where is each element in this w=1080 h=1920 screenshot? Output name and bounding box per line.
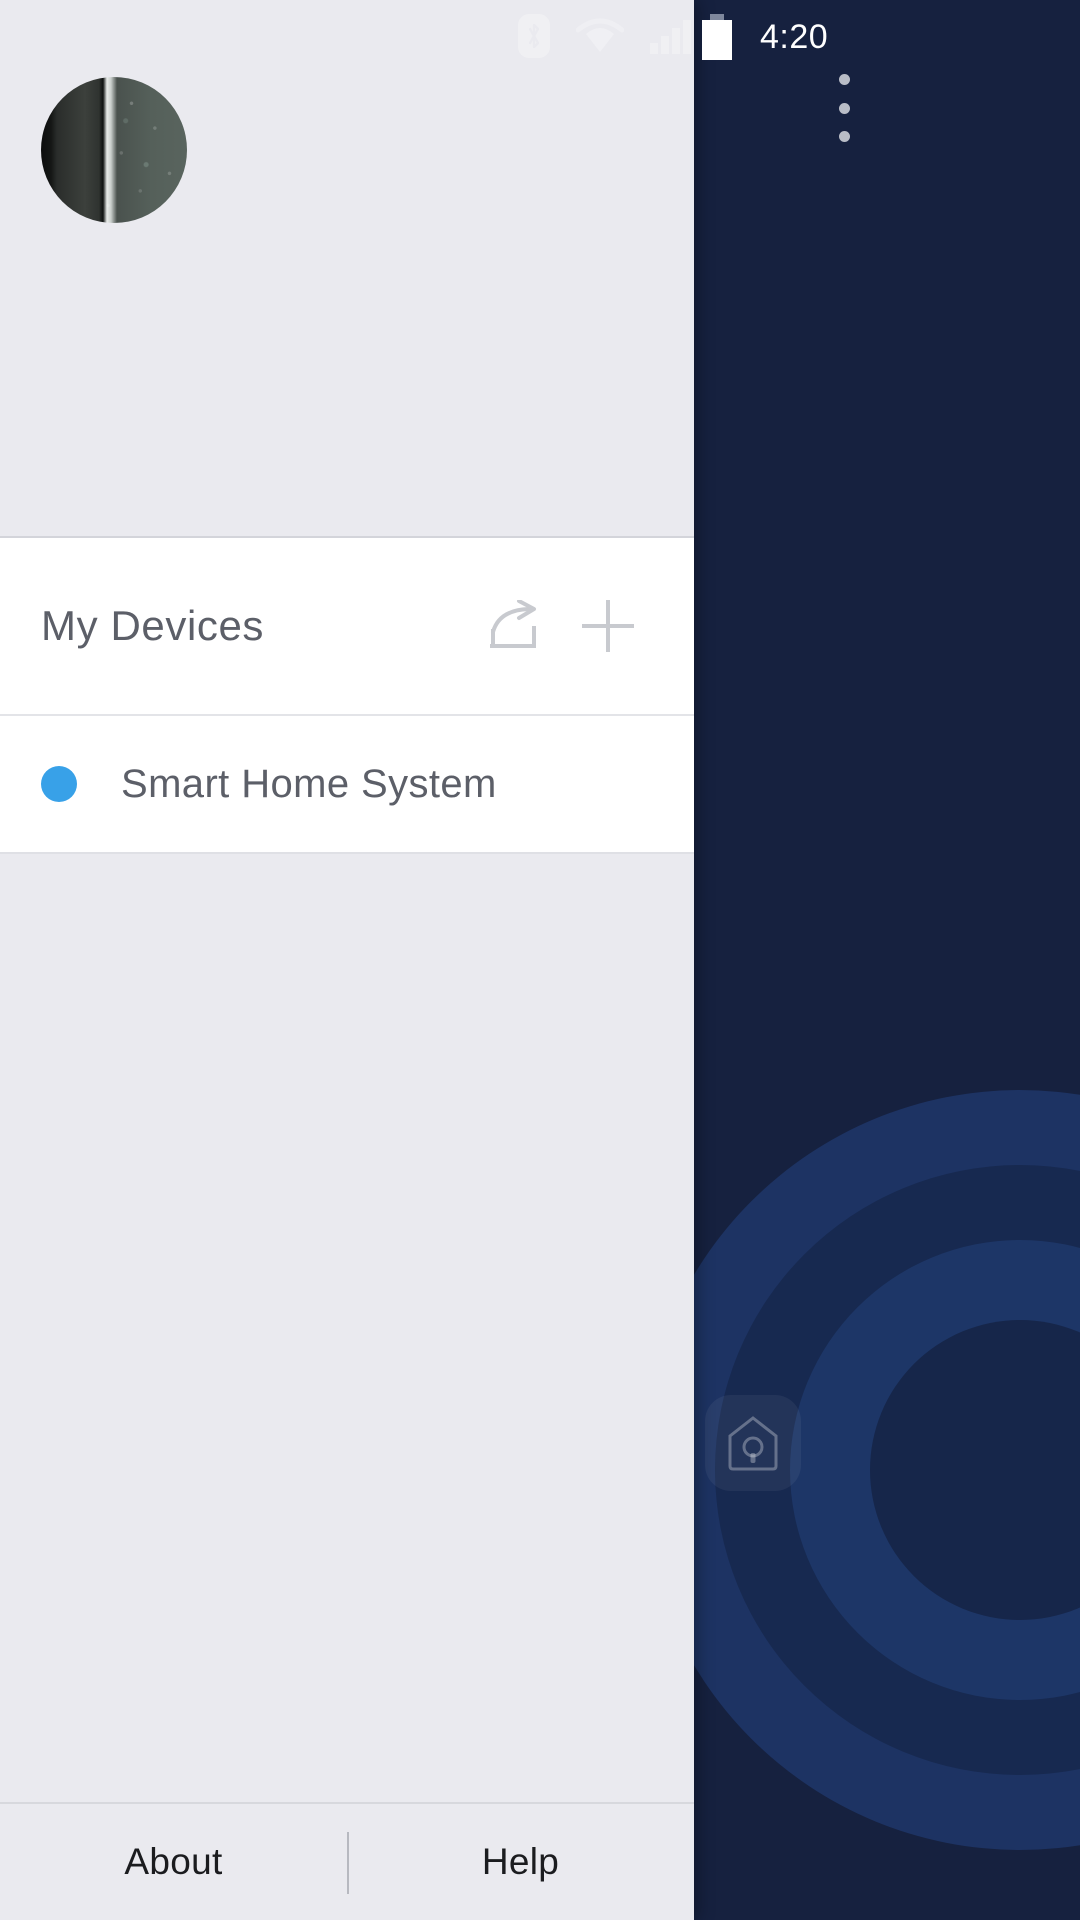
- smart-home-app-icon[interactable]: [705, 1395, 801, 1491]
- cellular-signal-icon: [650, 18, 694, 54]
- user-avatar[interactable]: [41, 77, 187, 223]
- drawer-header: [0, 0, 694, 538]
- bluetooth-icon: [518, 14, 550, 58]
- device-list: Smart Home System: [0, 716, 694, 854]
- navigation-drawer: My Devices Smart Home System About Help: [0, 0, 694, 1920]
- overflow-dot: [838, 74, 850, 85]
- list-item[interactable]: Smart Home System: [0, 716, 694, 854]
- overflow-menu-icon[interactable]: [826, 70, 862, 146]
- overflow-dot: [838, 131, 850, 142]
- overflow-dot: [838, 102, 850, 114]
- my-devices-header: My Devices: [0, 538, 694, 716]
- add-device-icon[interactable]: [562, 580, 654, 672]
- share-icon[interactable]: [470, 580, 562, 672]
- footer-divider: [347, 1832, 349, 1894]
- help-button[interactable]: Help: [347, 1841, 694, 1883]
- status-bar-right-icons: 4:20: [700, 14, 828, 60]
- status-bar-left-icons: [518, 14, 694, 58]
- device-name: Smart Home System: [121, 761, 497, 806]
- status-bar: 4:20: [0, 0, 1080, 74]
- about-button[interactable]: About: [0, 1841, 347, 1883]
- battery-icon: [700, 14, 734, 60]
- device-status-dot: [41, 766, 77, 802]
- drawer-footer: About Help: [0, 1802, 694, 1920]
- avatar-photo-texture: [41, 77, 187, 223]
- wifi-icon: [575, 18, 625, 54]
- my-devices-title: My Devices: [41, 602, 265, 649]
- status-bar-clock: 4:20: [760, 18, 829, 56]
- drawer-body-empty-area: [0, 854, 694, 1802]
